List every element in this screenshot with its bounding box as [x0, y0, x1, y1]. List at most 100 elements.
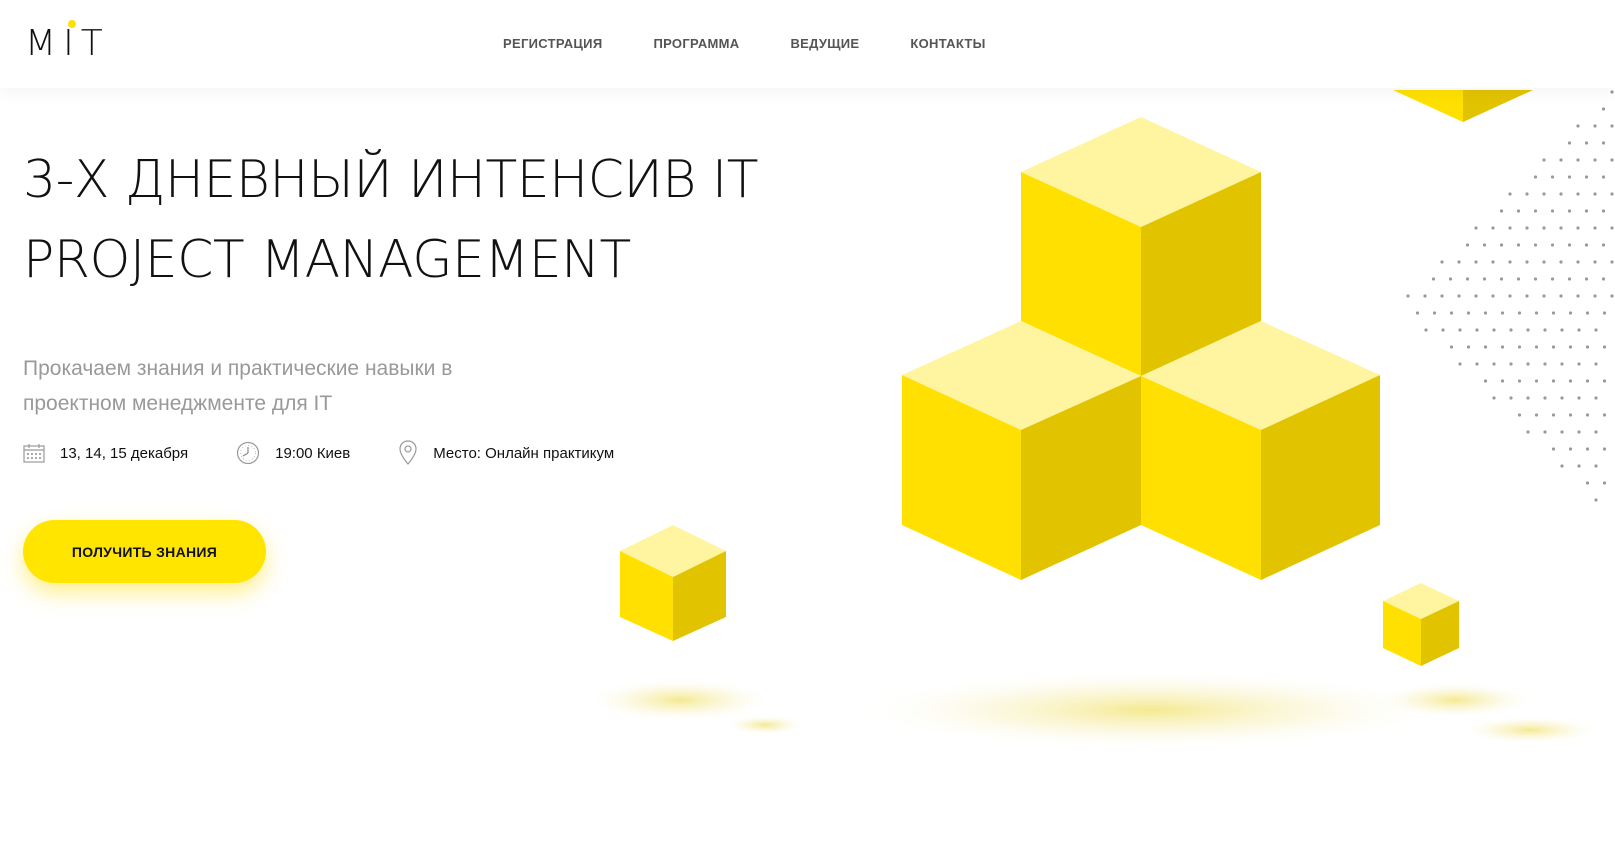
pattern-dot	[1577, 430, 1581, 434]
pattern-dot	[1593, 294, 1597, 298]
pattern-dot	[1568, 447, 1573, 451]
pattern-dot	[1551, 447, 1556, 451]
large-cubes-shadow	[850, 670, 1450, 750]
hero-illustration	[585, 90, 1614, 750]
pattern-dot	[1610, 226, 1614, 230]
pattern-dot	[1602, 311, 1607, 315]
nav-registration[interactable]: РЕГИСТРАЦИЯ	[503, 36, 602, 51]
pattern-dot	[1431, 277, 1436, 281]
pattern-dot	[1567, 209, 1572, 213]
pattern-dot	[1424, 328, 1428, 332]
cube-stack-top	[1021, 117, 1261, 376]
pattern-dot	[1449, 345, 1454, 349]
pattern-dot	[1542, 294, 1546, 298]
pattern-dot	[1601, 141, 1606, 145]
pattern-dot	[1576, 192, 1580, 196]
pattern-dot	[1560, 362, 1564, 366]
pattern-dot	[1525, 260, 1529, 264]
pattern-dot	[1576, 260, 1580, 264]
pattern-dot	[1602, 379, 1607, 383]
mit-logo[interactable]: MIT	[25, 20, 110, 62]
pattern-dot	[1551, 345, 1556, 349]
pattern-dot	[1482, 277, 1487, 281]
pattern-dot	[1474, 294, 1478, 298]
pattern-dot	[1584, 141, 1589, 145]
pattern-dot	[1601, 107, 1606, 111]
pattern-dot	[1441, 328, 1445, 332]
pattern-dot	[1440, 260, 1444, 264]
pattern-dot	[1577, 328, 1581, 332]
pattern-dot	[1568, 345, 1573, 349]
cube-stack-right	[1141, 321, 1380, 580]
pattern-dot	[1440, 294, 1444, 298]
pattern-dot	[1482, 243, 1487, 247]
pattern-dot	[1525, 294, 1529, 298]
get-knowledge-button[interactable]: ПОЛУЧИТЬ ЗНАНИЯ	[23, 520, 266, 583]
nav-hosts[interactable]: ВЕДУЩИЕ	[790, 36, 859, 51]
pattern-dot	[1567, 243, 1572, 247]
pattern-dot	[1466, 311, 1471, 315]
pattern-dot	[1543, 328, 1547, 332]
pattern-dot	[1593, 158, 1597, 162]
pattern-dot	[1585, 311, 1590, 315]
pattern-dot	[1602, 345, 1607, 349]
pattern-dot	[1602, 413, 1607, 417]
pattern-dot	[1516, 277, 1521, 281]
pattern-dot	[1509, 362, 1513, 366]
pattern-dot	[1458, 328, 1462, 332]
pattern-dot	[1423, 294, 1427, 298]
event-place: Место: Онлайн практикум	[398, 440, 614, 466]
site-header: MIT РЕГИСТРАЦИЯ ПРОГРАММА ВЕДУЩИЕ КОНТАК…	[0, 0, 1615, 88]
nav-contacts[interactable]: КОНТАКТЫ	[910, 36, 985, 51]
pattern-dot	[1474, 226, 1478, 230]
pattern-dot	[1560, 464, 1564, 468]
pattern-dot	[1448, 277, 1453, 281]
small-cube-right-shadow-2	[1460, 716, 1600, 744]
pattern-dot	[1559, 260, 1563, 264]
pattern-dot	[1543, 430, 1547, 434]
event-dates: 13, 14, 15 декабря	[23, 443, 188, 463]
pattern-dot	[1576, 294, 1580, 298]
pattern-dot	[1534, 345, 1539, 349]
pattern-dot	[1559, 192, 1563, 196]
pattern-dot	[1534, 413, 1539, 417]
event-dates-text: 13, 14, 15 декабря	[60, 444, 189, 462]
calendar-icon	[23, 444, 45, 463]
pattern-dot	[1491, 260, 1495, 264]
pattern-dot	[1458, 362, 1462, 366]
pattern-dot	[1491, 294, 1495, 298]
pattern-dot	[1577, 362, 1581, 366]
pattern-dot	[1594, 464, 1598, 468]
pattern-dot	[1449, 311, 1454, 315]
pattern-dot	[1406, 294, 1410, 298]
pattern-dot	[1584, 277, 1589, 281]
hero-subtitle: Прокачаем знания и практические навыки в…	[23, 357, 453, 415]
pattern-dot	[1509, 396, 1513, 400]
pattern-dot	[1432, 311, 1437, 315]
pattern-dot	[1543, 362, 1547, 366]
pattern-dot	[1542, 226, 1546, 230]
pattern-dot	[1474, 260, 1478, 264]
nav-program[interactable]: ПРОГРАММА	[653, 36, 739, 51]
location-pin-icon	[399, 440, 417, 465]
pattern-dot	[1585, 447, 1590, 451]
pattern-dot	[1542, 192, 1546, 196]
pattern-dot	[1559, 226, 1563, 230]
pattern-dot	[1491, 226, 1495, 230]
pattern-dot	[1585, 379, 1590, 383]
pattern-dot	[1526, 328, 1530, 332]
event-time-text: 19:00 Киев	[275, 444, 351, 462]
pattern-dot	[1602, 447, 1607, 451]
pattern-dot	[1475, 362, 1479, 366]
cube-top-partial	[1393, 90, 1533, 122]
pattern-dot	[1500, 345, 1505, 349]
pattern-dot	[1593, 226, 1597, 230]
pattern-dot	[1492, 362, 1496, 366]
pattern-dot	[1492, 328, 1496, 332]
pattern-dot	[1483, 311, 1488, 315]
pattern-dot	[1584, 175, 1589, 179]
pattern-dot	[1594, 396, 1598, 400]
pattern-dot	[1517, 345, 1522, 349]
pattern-dot	[1560, 396, 1564, 400]
pattern-dot	[1500, 379, 1505, 383]
